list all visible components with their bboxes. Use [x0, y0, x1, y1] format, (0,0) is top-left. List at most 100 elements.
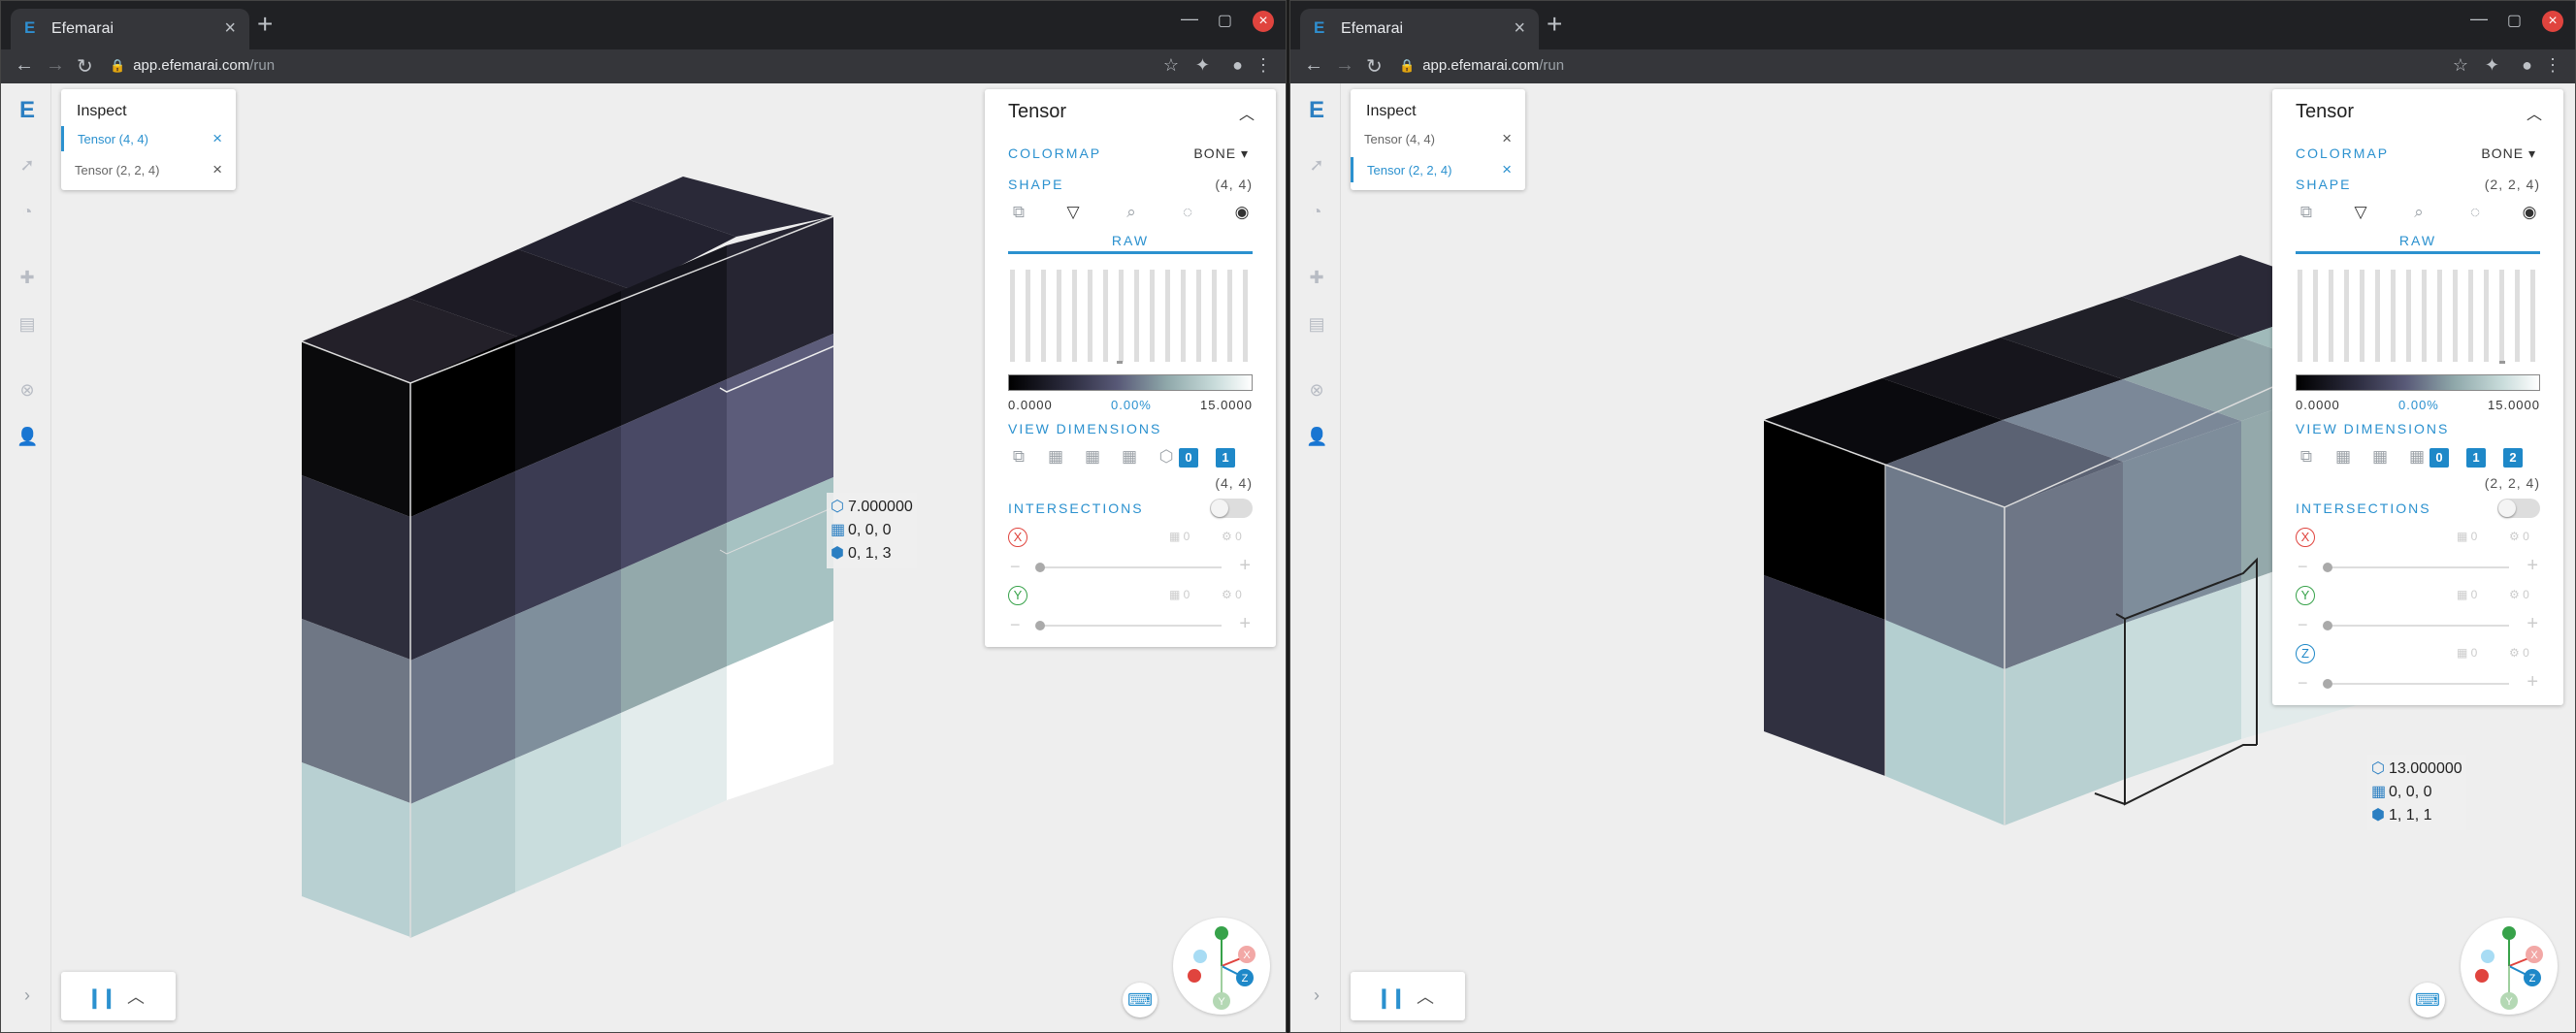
inspect-item-tensor-2-2-4[interactable]: Tensor (2, 2, 4) × — [1351, 157, 1525, 182]
tab-raw[interactable]: RAW — [2296, 233, 2540, 254]
colormap-select[interactable]: BONE ▾ — [2481, 145, 2536, 162]
minimize-icon[interactable]: — — [1181, 9, 1198, 29]
dim-chip[interactable]: 0 — [1179, 448, 1198, 468]
slider-handle[interactable] — [2323, 621, 2332, 630]
expand-rail-icon[interactable]: › — [16, 985, 38, 1007]
keyboard-icon[interactable]: ⌨ — [1123, 983, 1158, 1017]
colormap-bar[interactable] — [1008, 374, 1253, 391]
inspect-item-tensor-2-2-4[interactable]: Tensor (2, 2, 4) × — [61, 157, 236, 182]
bookmark-star-icon[interactable]: ☆ — [1163, 55, 1179, 76]
axis-y-slider[interactable]: − + — [2296, 613, 2540, 636]
forward-icon[interactable]: → — [1335, 54, 1354, 77]
tab-raw[interactable]: RAW — [1008, 233, 1253, 254]
dim-chip[interactable]: 1 — [1216, 448, 1235, 468]
remove-icon[interactable]: × — [212, 160, 222, 179]
plus-icon[interactable]: + — [2527, 671, 2538, 694]
window-close-icon[interactable]: × — [2542, 11, 2563, 32]
dataset-icon[interactable]: ▤ — [1306, 314, 1327, 336]
expand-rail-icon[interactable]: › — [1306, 985, 1327, 1007]
menu-dots-icon[interactable]: ⋮ — [1255, 55, 1272, 76]
minus-icon[interactable]: − — [2298, 673, 2308, 694]
remove-icon[interactable]: × — [1502, 129, 1512, 148]
keyboard-icon[interactable]: ⌨ — [2410, 983, 2445, 1017]
plus-icon[interactable]: + — [2527, 555, 2538, 577]
axis-gizmo[interactable]: X Z Y — [2461, 918, 2558, 1015]
minus-icon[interactable]: − — [2298, 615, 2308, 635]
browser-tab[interactable]: E Efemarai × — [1300, 9, 1539, 49]
axis-gizmo[interactable]: X Z Y — [1173, 918, 1270, 1015]
user-icon[interactable]: 👤 — [16, 427, 38, 448]
grid-icon[interactable]: ▦ — [1045, 446, 1066, 468]
user-icon[interactable]: 👤 — [1306, 427, 1327, 448]
plus-icon[interactable]: + — [1239, 613, 1251, 635]
back-icon[interactable]: ← — [1304, 54, 1323, 77]
filter-icon[interactable]: ▽ — [2350, 202, 2371, 223]
axis-x-slider[interactable]: − + — [1008, 555, 1253, 578]
copy-icon[interactable]: ⧉ — [2296, 202, 2317, 223]
cube-icon[interactable]: ⬡ — [1156, 446, 1177, 468]
search-icon[interactable]: ⌕ — [1121, 202, 1142, 223]
remove-icon[interactable]: × — [1502, 160, 1512, 179]
dataset-icon[interactable]: ▤ — [16, 314, 38, 336]
collapse-chevron-icon[interactable]: ︿ — [1239, 101, 1255, 124]
puzzle-icon[interactable]: ✚ — [1306, 268, 1327, 289]
extensions-icon[interactable]: ✦ — [2485, 55, 2499, 76]
copy-icon[interactable]: ⧉ — [1008, 446, 1029, 468]
new-tab-icon[interactable]: + — [1547, 11, 1562, 38]
extensions-icon[interactable]: ✦ — [1195, 55, 1210, 76]
minus-icon[interactable]: − — [2298, 557, 2308, 577]
minus-icon[interactable]: − — [1010, 557, 1021, 577]
support-icon[interactable]: ⊗ — [16, 380, 38, 402]
new-tab-icon[interactable]: + — [257, 11, 273, 38]
plus-icon[interactable]: + — [1239, 555, 1251, 577]
axis-x-slider[interactable]: − + — [2296, 555, 2540, 578]
forward-icon[interactable]: → — [46, 54, 65, 77]
tab-close-icon[interactable]: × — [224, 17, 236, 40]
puzzle-icon[interactable]: ✚ — [16, 268, 38, 289]
minimize-icon[interactable]: — — [2470, 9, 2488, 29]
intersections-toggle[interactable] — [1210, 499, 1253, 518]
grid-icon[interactable]: ▦ — [1082, 446, 1103, 468]
slider-handle[interactable] — [2323, 679, 2332, 689]
address-bar[interactable]: 🔒 app.efemarai.com/run — [110, 57, 275, 74]
search-icon[interactable]: ⌕ — [2408, 202, 2429, 223]
profile-icon[interactable]: ● — [2522, 55, 2532, 76]
minus-icon[interactable]: − — [1010, 615, 1021, 635]
dashboard-icon[interactable]: ◔ — [1306, 202, 1327, 223]
axis-y-slider[interactable]: − + — [1008, 613, 1253, 636]
slider-handle[interactable] — [1035, 563, 1045, 572]
dim-chip[interactable]: 0 — [2429, 448, 2449, 468]
dim-chip[interactable]: 1 — [2466, 448, 2486, 468]
filter-icon[interactable]: ▽ — [1062, 202, 1084, 223]
inspect-item-tensor-4-4[interactable]: Tensor (4, 4) × — [1351, 126, 1525, 151]
dashboard-icon[interactable]: ◔ — [16, 202, 38, 223]
maximize-icon[interactable]: ▢ — [2507, 11, 2522, 30]
inspect-item-tensor-4-4[interactable]: Tensor (4, 4) × — [61, 126, 236, 151]
eye-icon[interactable]: ◉ — [1231, 202, 1253, 223]
slider-handle[interactable] — [1035, 621, 1045, 630]
plus-icon[interactable]: + — [2527, 613, 2538, 635]
back-icon[interactable]: ← — [15, 54, 34, 77]
grid-icon[interactable]: ▦ — [2332, 446, 2354, 468]
tab-close-icon[interactable]: × — [1514, 17, 1525, 40]
efemarai-logo-icon[interactable]: E — [16, 97, 38, 123]
copy-icon[interactable]: ⧉ — [2296, 446, 2317, 468]
collapse-chevron-icon[interactable]: ︿ — [2527, 101, 2542, 124]
reload-icon[interactable]: ↻ — [1366, 54, 1383, 79]
pause-icon[interactable]: ❙❙ — [1376, 985, 1406, 1010]
browser-tab[interactable]: E Efemarai × — [11, 9, 249, 49]
support-icon[interactable]: ⊗ — [1306, 380, 1327, 402]
intersections-toggle[interactable] — [2497, 499, 2540, 518]
slider-handle[interactable] — [2323, 563, 2332, 572]
window-close-icon[interactable]: × — [1253, 11, 1274, 32]
chevron-up-icon[interactable]: ︿ — [127, 984, 145, 1009]
efemarai-logo-icon[interactable]: E — [1306, 97, 1327, 123]
copy-icon[interactable]: ⧉ — [1008, 202, 1029, 223]
remove-icon[interactable]: × — [212, 129, 222, 148]
pause-icon[interactable]: ❙❙ — [86, 985, 116, 1010]
menu-dots-icon[interactable]: ⋮ — [2544, 55, 2561, 76]
grid-icon[interactable]: ▦ — [2369, 446, 2391, 468]
bookmark-star-icon[interactable]: ☆ — [2453, 55, 2468, 76]
profile-icon[interactable]: ● — [1232, 55, 1243, 76]
axis-z-slider[interactable]: − + — [2296, 671, 2540, 694]
